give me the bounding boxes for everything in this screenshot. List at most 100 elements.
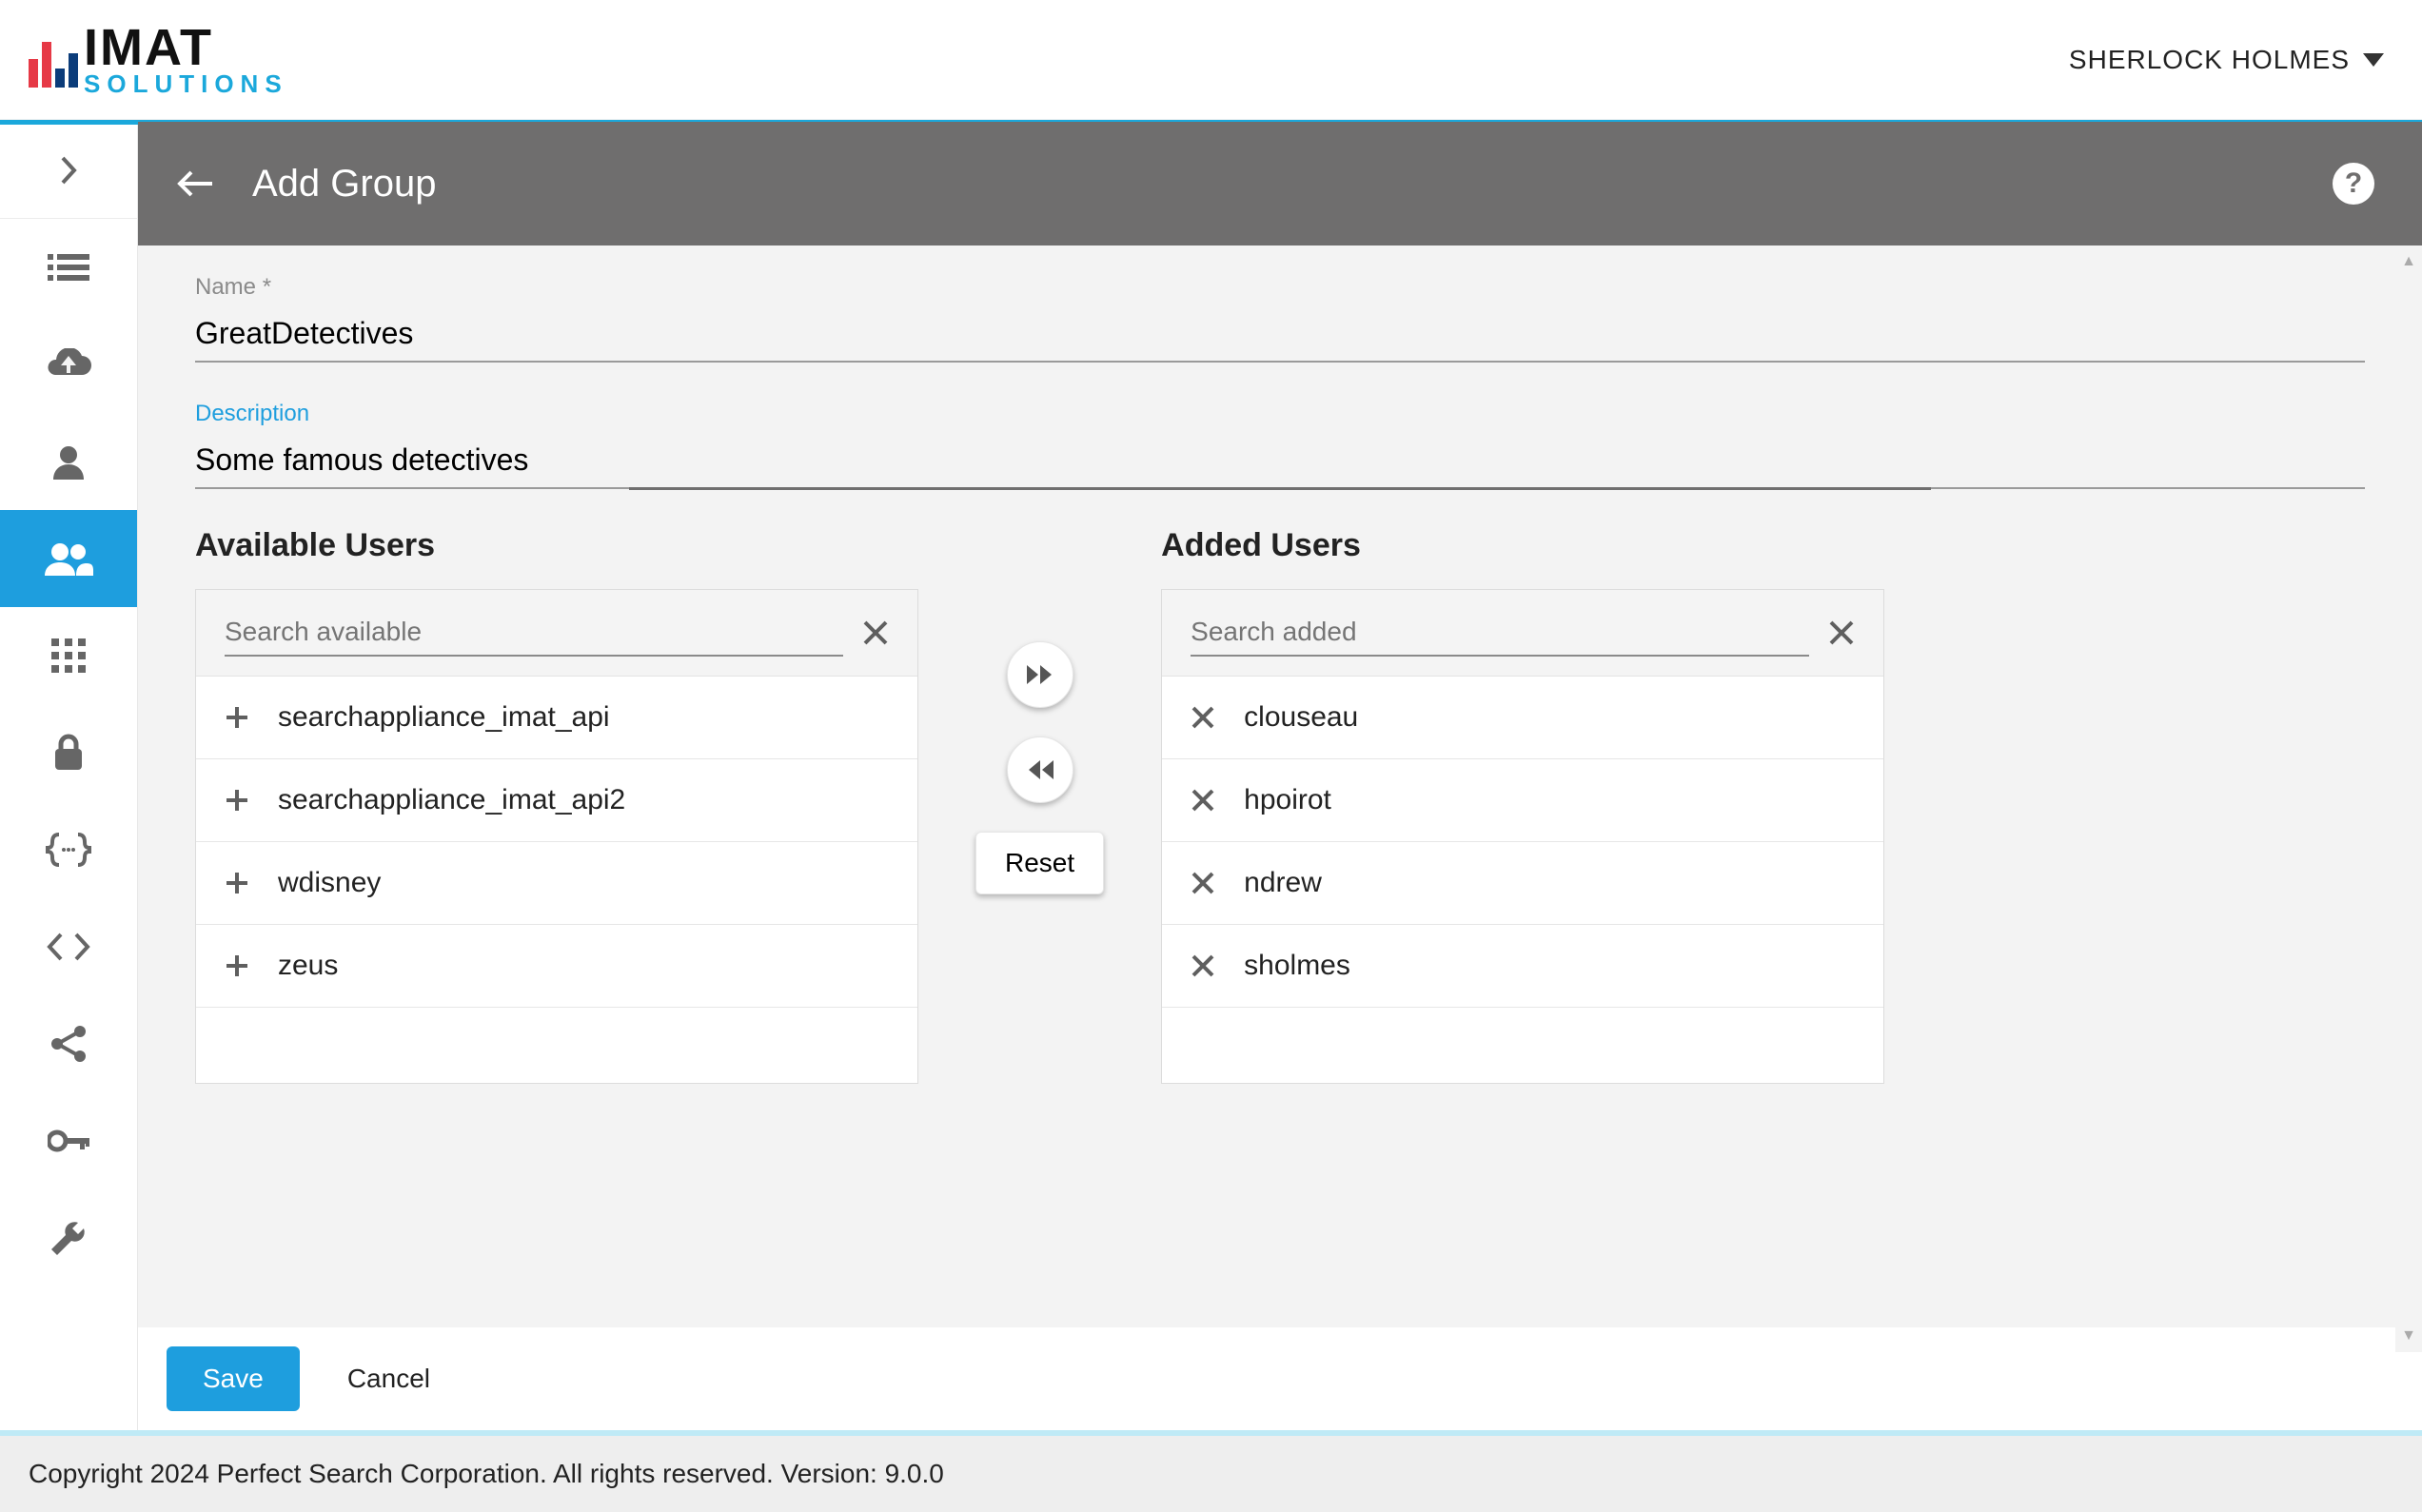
name-input[interactable] (195, 310, 2365, 363)
available-search-input[interactable] (225, 609, 843, 657)
sidebar-item-keys[interactable] (0, 1092, 137, 1189)
footer: Copyright 2024 Perfect Search Corporatio… (0, 1430, 2422, 1512)
main-content: Add Group ? Name * Description (138, 122, 2422, 1430)
add-user-button[interactable] (225, 705, 249, 730)
chevron-right-icon (59, 156, 78, 185)
grid-icon (51, 638, 86, 673)
add-user-button[interactable] (225, 953, 249, 978)
group-icon (44, 541, 93, 576)
added-clear-button[interactable] (1828, 619, 1855, 646)
close-icon (1828, 619, 1855, 646)
sidebar-toggle[interactable] (0, 122, 137, 219)
sidebar-item-security[interactable] (0, 704, 137, 801)
add-all-button[interactable] (1007, 641, 1073, 708)
description-label: Description (195, 401, 2365, 427)
list-item[interactable]: searchappliance_imat_api2 (196, 759, 917, 842)
list-item-label: clouseau (1244, 701, 1358, 734)
braces-icon (46, 833, 91, 867)
list-item-label: wdisney (278, 867, 381, 899)
reset-button[interactable]: Reset (975, 832, 1104, 894)
sidebar-item-share[interactable] (0, 995, 137, 1092)
sidebar-item-upload[interactable] (0, 316, 137, 413)
back-button[interactable] (176, 168, 214, 199)
content-scrollbar[interactable]: ▲ ▼ (2395, 245, 2422, 1352)
logo-mark-icon (29, 30, 78, 88)
list-item[interactable]: sholmes (1162, 925, 1883, 1008)
cloud-upload-icon (46, 348, 91, 381)
remove-all-button[interactable] (1007, 736, 1073, 803)
caret-down-icon (2363, 53, 2384, 67)
name-label: Name * (195, 274, 2365, 301)
arrow-left-icon (176, 168, 214, 199)
sidebar-item-apps[interactable] (0, 607, 137, 704)
added-list[interactable]: clouseau hpoirot ndrew sholmes (1162, 676, 1883, 1083)
list-item[interactable]: clouseau (1162, 677, 1883, 759)
wrench-icon (49, 1219, 88, 1257)
added-title: Added Users (1161, 527, 1884, 564)
cancel-button[interactable]: Cancel (347, 1364, 430, 1394)
add-user-button[interactable] (225, 788, 249, 813)
logo-text: IMAT SOLUTIONS (84, 24, 288, 96)
footer-text: Copyright 2024 Perfect Search Corporatio… (29, 1459, 944, 1488)
brand-logo[interactable]: IMAT SOLUTIONS (29, 24, 288, 96)
sidebar-item-code[interactable] (0, 898, 137, 995)
close-icon (1191, 871, 1215, 895)
scroll-up-icon: ▲ (2401, 253, 2416, 270)
actions-bar: Save Cancel (138, 1327, 2422, 1430)
sidebar-item-user[interactable] (0, 413, 137, 510)
description-field: Description (195, 401, 2365, 489)
fast-forward-icon (1025, 663, 1055, 686)
remove-user-button[interactable] (1191, 705, 1215, 730)
plus-icon (225, 788, 249, 813)
list-item-label: ndrew (1244, 867, 1322, 899)
page-title: Add Group (252, 163, 2294, 206)
description-input[interactable] (195, 437, 2365, 489)
available-clear-button[interactable] (862, 619, 889, 646)
list-icon (48, 252, 89, 283)
sidebar-item-groups[interactable] (0, 510, 137, 607)
name-field: Name * (195, 274, 2365, 363)
added-search-input[interactable] (1191, 609, 1809, 657)
list-item-label: zeus (278, 950, 338, 982)
user-menu[interactable]: SHERLOCK HOLMES (2069, 45, 2384, 75)
list-item-label: searchappliance_imat_api2 (278, 784, 625, 816)
plus-icon (225, 705, 249, 730)
remove-user-button[interactable] (1191, 953, 1215, 978)
list-item[interactable]: hpoirot (1162, 759, 1883, 842)
remove-user-button[interactable] (1191, 788, 1215, 813)
lock-icon (52, 734, 85, 772)
list-item[interactable]: zeus (196, 925, 917, 1008)
sidebar-item-json[interactable] (0, 801, 137, 898)
save-button[interactable]: Save (167, 1346, 300, 1411)
list-item-label: searchappliance_imat_api (278, 701, 610, 734)
top-header: IMAT SOLUTIONS SHERLOCK HOLMES (0, 0, 2422, 122)
code-icon (46, 933, 91, 961)
fast-rewind-icon (1025, 758, 1055, 781)
plus-icon (225, 953, 249, 978)
share-icon (49, 1025, 88, 1063)
sidebar (0, 122, 138, 1430)
user-name: SHERLOCK HOLMES (2069, 45, 2350, 75)
sidebar-item-tools[interactable] (0, 1189, 137, 1286)
help-button[interactable]: ? (2333, 163, 2374, 205)
list-item[interactable]: wdisney (196, 842, 917, 925)
close-icon (1191, 788, 1215, 813)
scroll-down-icon: ▼ (2401, 1327, 2416, 1345)
close-icon (862, 619, 889, 646)
list-item[interactable]: searchappliance_imat_api (196, 677, 917, 759)
key-icon (48, 1129, 89, 1152)
remove-user-button[interactable] (1191, 871, 1215, 895)
list-item-label: sholmes (1244, 950, 1350, 982)
page-header: Add Group ? (138, 122, 2422, 245)
close-icon (1191, 953, 1215, 978)
close-icon (1191, 705, 1215, 730)
available-title: Available Users (195, 527, 918, 564)
added-panel: Added Users clouseau hpoirot ndrew sholmes (1161, 527, 1884, 1084)
transfer-controls: Reset (975, 527, 1104, 894)
add-user-button[interactable] (225, 871, 249, 895)
sidebar-item-list[interactable] (0, 219, 137, 316)
list-item-label: hpoirot (1244, 784, 1331, 816)
list-item[interactable]: ndrew (1162, 842, 1883, 925)
available-list[interactable]: searchappliance_imat_api searchappliance_… (196, 676, 917, 1083)
plus-icon (225, 871, 249, 895)
